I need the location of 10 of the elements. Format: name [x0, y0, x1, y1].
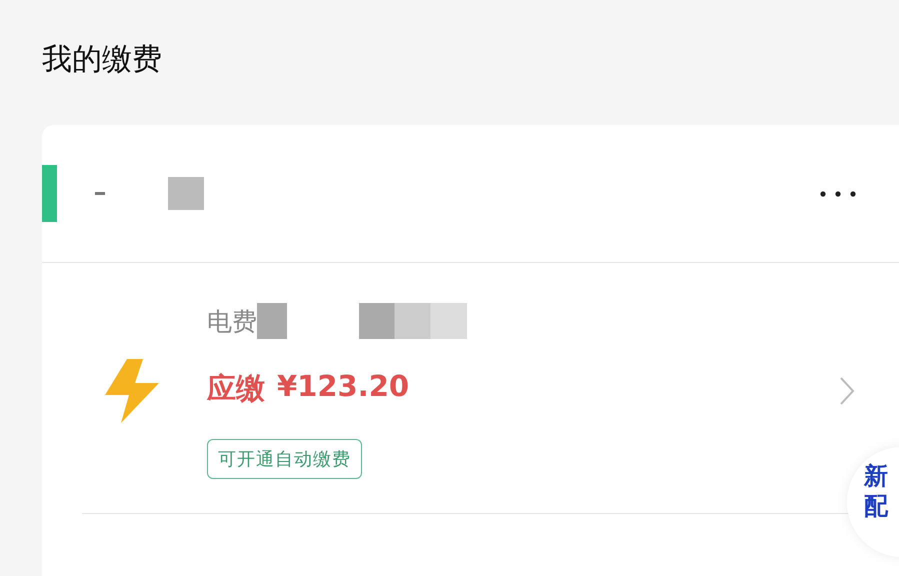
page-title: 我的缴费 — [42, 41, 162, 79]
amount-value: ¥123.20 — [277, 369, 410, 405]
lightning-icon — [103, 359, 161, 423]
bill-name: 电费 — [207, 306, 257, 338]
redacted-block — [168, 177, 204, 210]
redacted-block — [257, 303, 287, 339]
more-icon[interactable] — [819, 190, 857, 198]
amount-label: 应缴 — [207, 370, 265, 407]
redacted-block — [95, 192, 105, 195]
accent-bar — [42, 165, 57, 222]
